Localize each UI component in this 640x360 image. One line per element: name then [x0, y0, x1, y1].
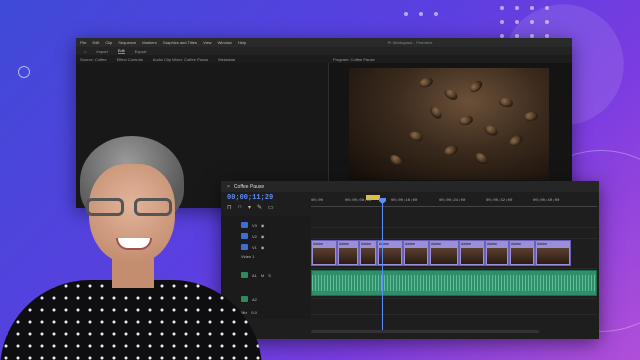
tab-source[interactable]: Source: Coffee	[80, 57, 107, 62]
window-title: Pr Workspace - Premiere	[387, 40, 433, 45]
video-clip[interactable]: Adobe	[377, 240, 403, 266]
menu-view[interactable]: View	[203, 40, 212, 45]
menu-window[interactable]: Window	[218, 40, 232, 45]
decorative-dots	[500, 6, 550, 38]
menu-edit[interactable]: Edit	[92, 40, 99, 45]
timeline-scrollbar[interactable]	[311, 330, 539, 333]
ruler-tick: 00;00;24;00	[439, 199, 466, 203]
video-clip[interactable]: Adobe	[359, 240, 377, 266]
menu-bar: File Edit Clip Sequence Markers Graphics…	[76, 38, 572, 47]
video-preview	[349, 68, 549, 180]
decorative-ring	[18, 66, 30, 78]
home-icon[interactable]: ⌂	[84, 49, 86, 54]
tab-export[interactable]: Export	[135, 49, 147, 54]
menu-markers[interactable]: Markers	[142, 40, 156, 45]
program-panel-header: Program: Coffee Pause	[329, 55, 379, 63]
menu-clip[interactable]: Clip	[105, 40, 112, 45]
video-clip[interactable]: Adobe	[459, 240, 485, 266]
captions-icon[interactable]: ▭	[268, 204, 274, 211]
ruler-tick: 00;00;40;00	[533, 199, 560, 203]
program-panel-title[interactable]: Program: Coffee Pause	[333, 57, 375, 62]
video-clip[interactable]: Adobe	[485, 240, 509, 266]
menu-sequence[interactable]: Sequence	[118, 40, 136, 45]
playhead[interactable]	[379, 198, 386, 333]
video-clip[interactable]: Adobe	[509, 240, 535, 266]
lane-a2	[311, 298, 597, 315]
menu-graphics[interactable]: Graphics and Titles	[163, 40, 197, 45]
ruler-tick: 00;00;16;00	[391, 199, 418, 203]
menu-file[interactable]: File	[80, 40, 86, 45]
video-clip[interactable]: Adobe	[311, 240, 337, 266]
track-lanes: Adobe Adobe Adobe Adobe Adobe Adobe Adob…	[311, 216, 597, 319]
source-panel-tabs: Source: Coffee Effect Controls Audio Cli…	[76, 55, 239, 63]
video-clip[interactable]: Adobe	[403, 240, 429, 266]
sequence-tab[interactable]: × Coffee Pause	[221, 181, 599, 192]
ruler-tick: 00;00;32;00	[486, 199, 513, 203]
tab-effect-controls[interactable]: Effect Controls	[117, 57, 143, 62]
menu-help[interactable]: Help	[238, 40, 246, 45]
tab-import[interactable]: Import	[96, 49, 107, 54]
tab-edit[interactable]: Edit	[117, 48, 125, 54]
time-ruler[interactable]: 00;00 00;00;08;00 00;00;16;00 00;00;24;0…	[311, 195, 597, 213]
timeline-panel: × Coffee Pause 00;00;11;29 ⊓ ∩ ▾ ✎ ▭ 00;…	[221, 181, 599, 339]
tab-metadata[interactable]: Metadata	[218, 57, 235, 62]
tab-audio-mixer[interactable]: Audio Clip Mixer: Coffee Pause	[153, 57, 209, 62]
decorative-dots	[404, 12, 439, 16]
video-clip[interactable]: Adobe	[429, 240, 459, 266]
workspace-bar: ⌂ Import Edit Export	[76, 47, 572, 55]
audio-clip[interactable]	[311, 270, 597, 296]
presenter-photo	[0, 130, 262, 360]
solo-icon[interactable]: S	[268, 273, 271, 278]
ruler-tick: 00;00	[311, 199, 324, 203]
video-clip[interactable]: Adobe	[337, 240, 359, 266]
ruler-tick: 00;00;08;00	[345, 199, 372, 203]
video-clip[interactable]: Adobe	[535, 240, 571, 266]
